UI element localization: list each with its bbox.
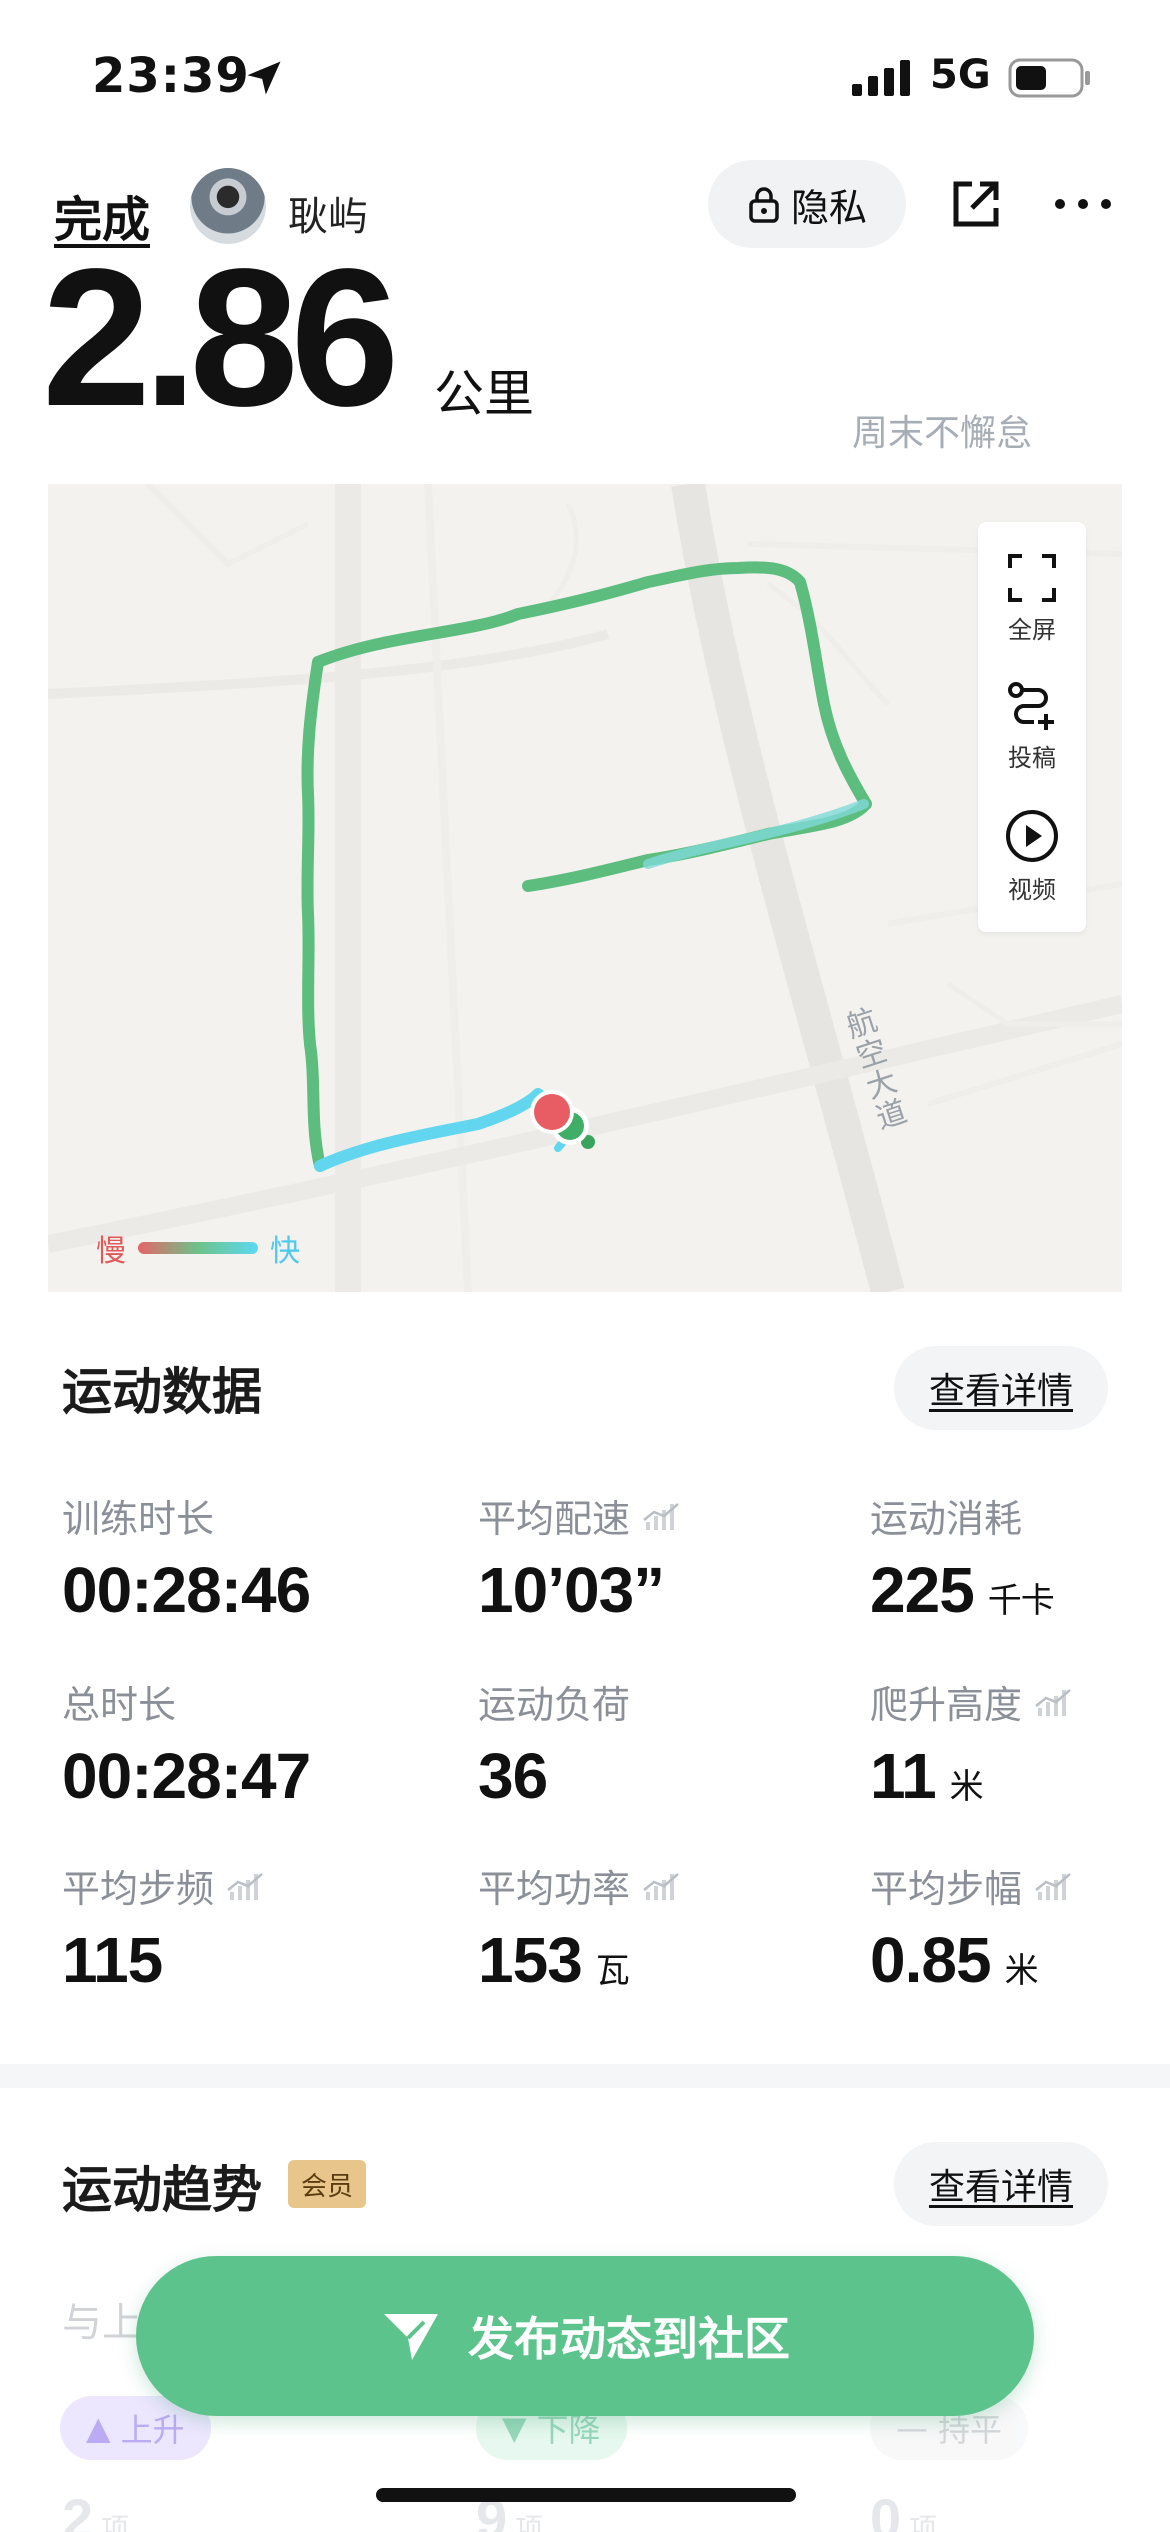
play-video-icon — [1006, 810, 1058, 862]
stat-value-text: 11 — [870, 1740, 937, 1812]
legend-fast-label: 快 — [270, 1234, 300, 1269]
stat-value-text: 115 — [62, 1924, 163, 1996]
stat-label: 运动消耗 — [870, 1488, 1054, 1543]
stat-value-text: 0.85 — [870, 1924, 992, 1996]
route-submit-icon — [1008, 682, 1054, 730]
stat-value-text: 10’03” — [478, 1554, 665, 1626]
stat-unit: 米 — [1004, 1951, 1039, 1991]
privacy-label: 隐私 — [790, 185, 867, 230]
privacy-button[interactable]: 隐私 — [708, 160, 906, 248]
publish-label: 发布动态到社区 — [468, 2312, 790, 2366]
stat-item: 平均步频 115 — [62, 1858, 266, 1997]
stat-label: 总时长 — [62, 1674, 310, 1729]
stat-value: 0.85 米 — [870, 1923, 1074, 1997]
stat-item: 爬升高度 11 米 — [870, 1674, 1074, 1813]
cellular-signal-icon — [852, 60, 910, 96]
stat-label-text: 平均步幅 — [870, 1867, 1023, 1911]
stat-label: 平均步幅 — [870, 1858, 1074, 1913]
stat-value-text: 00:28:46 — [62, 1554, 311, 1626]
home-indicator[interactable] — [376, 2488, 796, 2502]
stat-item: 平均配速 10’03” — [478, 1488, 682, 1627]
submit-route-control[interactable]: 投稿 — [978, 680, 1086, 773]
trend-chart-icon — [1035, 1872, 1071, 1900]
member-badge: 会员 — [288, 2160, 366, 2208]
pace-legend: 慢 快 — [96, 1226, 300, 1270]
stat-item: 训练时长 00:28:46 — [62, 1488, 311, 1627]
stat-unit: 瓦 — [595, 1951, 630, 1991]
trend-chart-icon — [1035, 1688, 1071, 1716]
trend-chart-icon — [227, 1872, 263, 1900]
trend-detail-button[interactable]: 查看详情 — [894, 2142, 1108, 2226]
stat-label-text: 训练时长 — [62, 1497, 215, 1541]
stat-item: 总时长 00:28:47 — [62, 1674, 311, 1813]
stat-item: 运动消耗 225 千卡 — [870, 1488, 1055, 1627]
stat-label-text: 平均配速 — [478, 1497, 631, 1541]
fullscreen-control[interactable]: 全屏 — [978, 552, 1086, 645]
status-bar: 23:39 5G — [0, 0, 1170, 150]
trend-chart-icon — [643, 1502, 679, 1530]
stat-value-text: 153 — [478, 1924, 583, 1996]
lock-icon — [749, 187, 779, 223]
legend-gradient-bar — [138, 1242, 258, 1254]
stat-label: 平均配速 — [478, 1488, 682, 1543]
network-type: 5G — [930, 52, 991, 98]
workout-data-detail-button[interactable]: 查看详情 — [894, 1346, 1108, 1430]
stat-label-text: 爬升高度 — [870, 1683, 1023, 1727]
trend-up-count: 2项 — [62, 2487, 130, 2532]
trend-flat-count: 0项 — [870, 2487, 938, 2532]
stat-value: 225 千卡 — [870, 1553, 1055, 1627]
legend-slow-label: 慢 — [96, 1234, 126, 1269]
stat-item: 平均步幅 0.85 米 — [870, 1858, 1074, 1997]
more-options-icon[interactable] — [1052, 178, 1114, 230]
battery-icon — [1008, 58, 1090, 98]
submit-label: 投稿 — [1008, 744, 1056, 772]
stat-value: 10’03” — [478, 1553, 682, 1627]
slogan-text: 周末不懈怠 — [852, 413, 1033, 454]
stat-value: 153 瓦 — [478, 1923, 682, 1997]
send-icon — [384, 2314, 438, 2360]
trend-chart-icon — [643, 1872, 679, 1900]
stat-label-text: 运动负荷 — [478, 1683, 631, 1727]
stat-label: 训练时长 — [62, 1488, 310, 1543]
stat-item: 平均功率 153 瓦 — [478, 1858, 682, 1997]
video-control[interactable]: 视频 — [978, 808, 1086, 905]
stat-label: 爬升高度 — [870, 1674, 1074, 1729]
stat-unit: 米 — [949, 1767, 984, 1807]
publish-to-community-button[interactable]: 发布动态到社区 — [136, 2256, 1034, 2416]
stat-value: 00:28:47 — [62, 1739, 311, 1813]
video-label: 视频 — [1008, 876, 1056, 904]
up-arrow-icon: ▲ — [86, 2409, 111, 2447]
trend-title: 运动趋势 — [62, 2161, 262, 2219]
stat-value: 115 — [62, 1923, 266, 1997]
share-icon[interactable] — [950, 178, 1002, 230]
stat-value-text: 225 — [870, 1554, 975, 1626]
stat-label: 运动负荷 — [478, 1674, 630, 1729]
route-map[interactable]: 航空大道 全屏 投稿 视频 慢 快 — [48, 484, 1122, 1292]
status-time: 23:39 — [92, 48, 250, 104]
stat-unit: 千卡 — [987, 1581, 1055, 1621]
stat-value-text: 36 — [478, 1740, 548, 1812]
distance-value: 2.86 — [42, 228, 399, 447]
stat-value: 36 — [478, 1739, 630, 1813]
stat-value: 11 米 — [870, 1739, 1074, 1813]
stat-label-text: 平均功率 — [478, 1867, 631, 1911]
section-divider — [0, 2064, 1170, 2088]
fullscreen-label: 全屏 — [1008, 616, 1056, 644]
stat-label-text: 运动消耗 — [870, 1497, 1023, 1541]
distance-unit: 公里 — [434, 365, 534, 423]
trend-up-label: 上升 — [120, 2411, 185, 2449]
fullscreen-icon — [1008, 554, 1056, 602]
map-controls: 全屏 投稿 视频 — [978, 522, 1086, 932]
stat-value: 00:28:46 — [62, 1553, 311, 1627]
stat-item: 运动负荷 36 — [478, 1674, 630, 1813]
stat-label-text: 总时长 — [62, 1683, 177, 1727]
compare-label: 与上 — [62, 2300, 142, 2346]
stat-value-text: 00:28:47 — [62, 1740, 311, 1812]
stat-label-text: 平均步频 — [62, 1867, 215, 1911]
stat-label: 平均功率 — [478, 1858, 682, 1913]
workout-data-title: 运动数据 — [62, 1363, 262, 1421]
location-arrow-icon — [247, 61, 281, 95]
map-background — [48, 484, 1122, 1292]
stat-label: 平均步频 — [62, 1858, 266, 1913]
